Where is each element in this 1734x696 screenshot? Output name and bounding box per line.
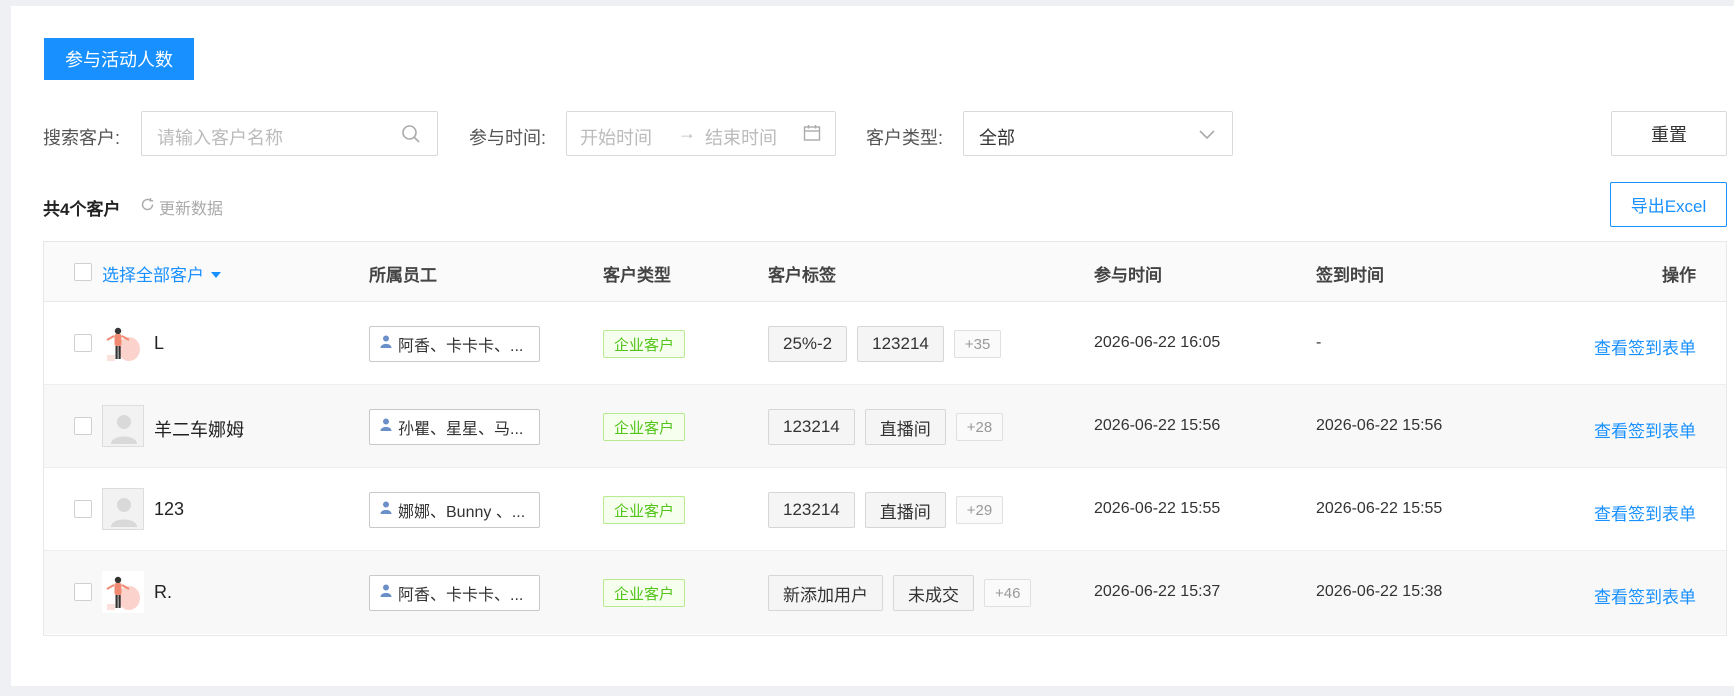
- view-sign-form-link[interactable]: 查看签到表单: [1594, 334, 1696, 359]
- select-all-dropdown[interactable]: 选择全部客户: [102, 261, 222, 286]
- refresh-button[interactable]: 更新数据: [140, 195, 223, 219]
- customer-tag: 123214: [857, 326, 944, 362]
- sign-time: -: [1316, 334, 1322, 351]
- select-all-checkbox[interactable]: [74, 263, 92, 281]
- refresh-label: 更新数据: [159, 201, 224, 218]
- tag-list: 新添加用户 未成交 +46: [768, 575, 1032, 611]
- avatar: [102, 488, 144, 530]
- customer-name: R.: [154, 582, 172, 602]
- view-sign-form-link[interactable]: 查看签到表单: [1594, 583, 1696, 608]
- staff-names: 阿香、卡卡卡、...: [398, 338, 524, 355]
- row-checkbox[interactable]: [74, 500, 92, 518]
- customer-name: 123: [154, 499, 185, 519]
- avatar: [102, 571, 144, 613]
- chevron-down-icon: [1198, 126, 1216, 146]
- staff-selector[interactable]: 阿香、卡卡卡、...: [369, 326, 540, 362]
- end-time-placeholder: 结束时间: [705, 128, 777, 148]
- export-excel-button[interactable]: 导出Excel: [1610, 182, 1727, 227]
- customer-tag: 25%-2: [768, 326, 848, 362]
- date-range-picker[interactable]: 开始时间 → 结束时间: [566, 111, 836, 156]
- staff-names: 阿香、卡卡卡、...: [398, 587, 524, 604]
- reset-button[interactable]: 重置: [1611, 111, 1727, 156]
- sign-time: 2026-06-22 15:56: [1316, 417, 1443, 434]
- view-sign-form-link[interactable]: 查看签到表单: [1594, 500, 1696, 525]
- search-label: 搜索客户:: [43, 128, 121, 148]
- sign-time: 2026-06-22 15:55: [1316, 500, 1443, 517]
- header-action: 操作: [1662, 266, 1696, 285]
- more-tags-badge[interactable]: +29: [955, 496, 1004, 524]
- tag-list: 25%-2 123214 +35: [768, 326, 1002, 362]
- start-time-placeholder: 开始时间: [580, 128, 652, 148]
- customer-type-badge: 企业客户: [603, 496, 686, 524]
- staff-selector[interactable]: 娜娜、Bunny 、...: [369, 492, 540, 528]
- total-count: 共4个客户: [43, 200, 121, 219]
- join-time: 2026-06-22 15:56: [1094, 417, 1221, 434]
- staff-selector[interactable]: 孙瞿、星星、马...: [369, 409, 540, 445]
- join-time-label: 参与时间:: [469, 128, 547, 148]
- sign-time: 2026-06-22 15:38: [1316, 583, 1443, 600]
- header-join-time: 参与时间: [1094, 266, 1162, 285]
- join-time: 2026-06-22 15:37: [1094, 583, 1221, 600]
- join-time: 2026-06-22 15:55: [1094, 500, 1221, 517]
- caret-down-icon: [210, 264, 222, 284]
- refresh-icon: [140, 197, 155, 217]
- customer-table: 选择全部客户 所属员工 客户类型 客户标签 参与时间 签到时间 操作 L 阿香、…: [43, 241, 1727, 636]
- search-input[interactable]: 请输入客户名称: [141, 111, 438, 156]
- table-row: R. 阿香、卡卡卡、... 企业客户 新添加用户 未成交 +46 2026-06-…: [44, 551, 1726, 634]
- user-icon: [380, 584, 392, 602]
- more-tags-badge[interactable]: +46: [984, 579, 1032, 607]
- customer-type-badge: 企业客户: [603, 413, 686, 441]
- avatar: [102, 405, 144, 447]
- customer-tag: 直播间: [864, 492, 946, 528]
- table-row: 羊二车娜姆 孙瞿、星星、马... 企业客户 123214 直播间 +28 2026…: [44, 385, 1726, 468]
- search-placeholder: 请输入客户名称: [157, 128, 283, 148]
- calendar-icon: [803, 124, 821, 147]
- customer-name: 羊二车娜姆: [154, 420, 244, 440]
- staff-names: 孙瞿、星星、马...: [398, 421, 524, 438]
- row-checkbox[interactable]: [74, 583, 92, 601]
- header-type: 客户类型: [603, 266, 671, 285]
- more-tags-badge[interactable]: +35: [953, 330, 1002, 358]
- table-header: 选择全部客户 所属员工 客户类型 客户标签 参与时间 签到时间 操作: [44, 242, 1726, 302]
- header-staff: 所属员工: [369, 266, 437, 285]
- table-row: L 阿香、卡卡卡、... 企业客户 25%-2 123214 +35 2026-0…: [44, 302, 1726, 385]
- customer-tag: 123214: [768, 409, 855, 445]
- table-row: 123 娜娜、Bunny 、... 企业客户 123214 直播间 +29 202…: [44, 468, 1726, 551]
- tag-list: 123214 直播间 +28: [768, 409, 1004, 445]
- avatar: [102, 322, 144, 364]
- tag-list: 123214 直播间 +29: [768, 492, 1004, 528]
- user-icon: [380, 335, 392, 353]
- header-tags: 客户标签: [768, 266, 836, 285]
- search-icon: [401, 124, 421, 149]
- customer-type-badge: 企业客户: [603, 579, 686, 607]
- customer-type-label: 客户类型:: [866, 128, 944, 148]
- user-icon: [380, 501, 392, 519]
- staff-selector[interactable]: 阿香、卡卡卡、...: [369, 575, 540, 611]
- header-sign-time: 签到时间: [1316, 266, 1384, 285]
- customer-type-badge: 企业客户: [603, 330, 686, 358]
- customer-tag: 未成交: [893, 575, 974, 611]
- customer-type-select[interactable]: 全部: [963, 111, 1233, 156]
- user-icon: [380, 418, 392, 436]
- customer-tag: 123214: [768, 492, 855, 528]
- tab-participants[interactable]: 参与活动人数: [44, 38, 194, 80]
- customer-tag: 新添加用户: [768, 575, 883, 611]
- more-tags-badge[interactable]: +28: [955, 413, 1004, 441]
- customer-tag: 直播间: [864, 409, 946, 445]
- row-checkbox[interactable]: [74, 334, 92, 352]
- customer-type-value: 全部: [979, 128, 1015, 148]
- customer-name: L: [154, 333, 165, 353]
- join-time: 2026-06-22 16:05: [1094, 334, 1221, 351]
- range-arrow: →: [678, 123, 696, 143]
- row-checkbox[interactable]: [74, 417, 92, 435]
- view-sign-form-link[interactable]: 查看签到表单: [1594, 417, 1696, 442]
- select-all-label: 选择全部客户: [102, 266, 204, 285]
- staff-names: 娜娜、Bunny 、...: [398, 504, 526, 521]
